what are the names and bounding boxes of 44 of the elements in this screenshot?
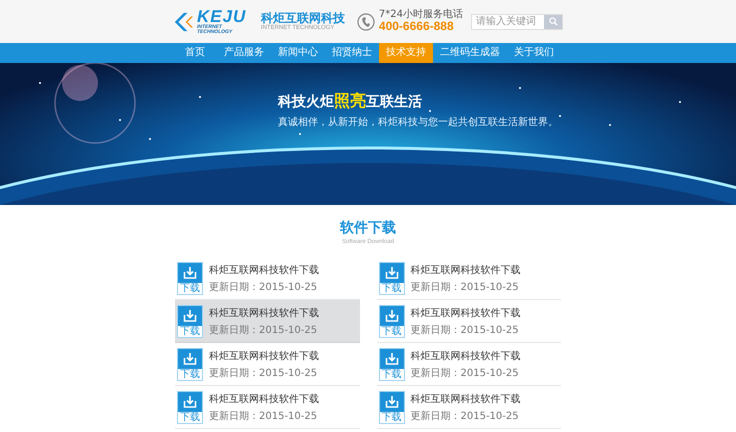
download-label: 下载	[380, 282, 404, 294]
download-label: 下载	[380, 326, 404, 336]
download-item[interactable]: 下载 科炬互联网科技软件下载 更新日期：2015-10-25	[175, 300, 360, 343]
download-title: 科炬互联网科技软件下载	[209, 392, 319, 406]
search-icon	[548, 17, 558, 26]
download-icon	[183, 266, 197, 280]
search-field[interactable]: 请输入关键词	[471, 14, 563, 30]
download-icon	[183, 308, 197, 322]
download-title: 科炬互联网科技软件下载	[410, 350, 520, 362]
download-title: 科炬互联网科技软件下载	[209, 306, 319, 320]
download-icon	[384, 394, 398, 408]
download-title: 科炬互联网科技软件下载	[410, 264, 520, 276]
update-date: 更新日期：2015-10-25	[209, 280, 318, 294]
banner-subline: 真诚相伴，从新开始，科炬科技与您一起共创互联生活新世界。	[278, 116, 559, 129]
download-label: 下载	[178, 282, 202, 294]
update-date: 更新日期：2015-10-25	[209, 324, 318, 336]
download-icon	[384, 308, 398, 322]
download-label: 下载	[178, 326, 202, 336]
update-date: 更新日期：2015-10-25	[209, 366, 318, 380]
update-date: 更新日期：2015-10-25	[410, 366, 520, 380]
download-icon	[183, 352, 197, 366]
brand-name: 科炬互联网科技	[260, 12, 345, 25]
phone-icon	[356, 12, 375, 30]
hotline-number: 400-6666-888	[378, 20, 455, 34]
download-icon	[183, 394, 197, 408]
download-title: 科炬互联网科技软件下载	[209, 264, 319, 276]
search-button[interactable]	[544, 14, 562, 28]
download-label: 下载	[380, 412, 404, 422]
download-label: 下载	[178, 412, 202, 422]
download-icon	[384, 352, 398, 366]
download-label: 下载	[178, 368, 202, 380]
download-label: 下载	[380, 368, 404, 380]
logo-wordmark: KEJU	[196, 8, 248, 25]
download-title: 科炬互联网科技软件下载	[209, 350, 319, 362]
section-title: 软件下载	[340, 219, 396, 237]
download-title: 科炬互联网科技软件下载	[410, 306, 520, 320]
download-icon	[384, 266, 398, 280]
update-date: 更新日期：2015-10-25	[410, 410, 520, 422]
update-date: 更新日期：2015-10-25	[410, 324, 520, 336]
banner-headline: 科技火炬照亮互联生活	[278, 91, 423, 112]
update-date: 更新日期：2015-10-25	[209, 410, 318, 422]
download-title: 科炬互联网科技软件下载	[410, 392, 520, 406]
hotline-label: 7*24小时服务电话	[378, 9, 463, 20]
update-date: 更新日期：2015-10-25	[410, 280, 520, 294]
